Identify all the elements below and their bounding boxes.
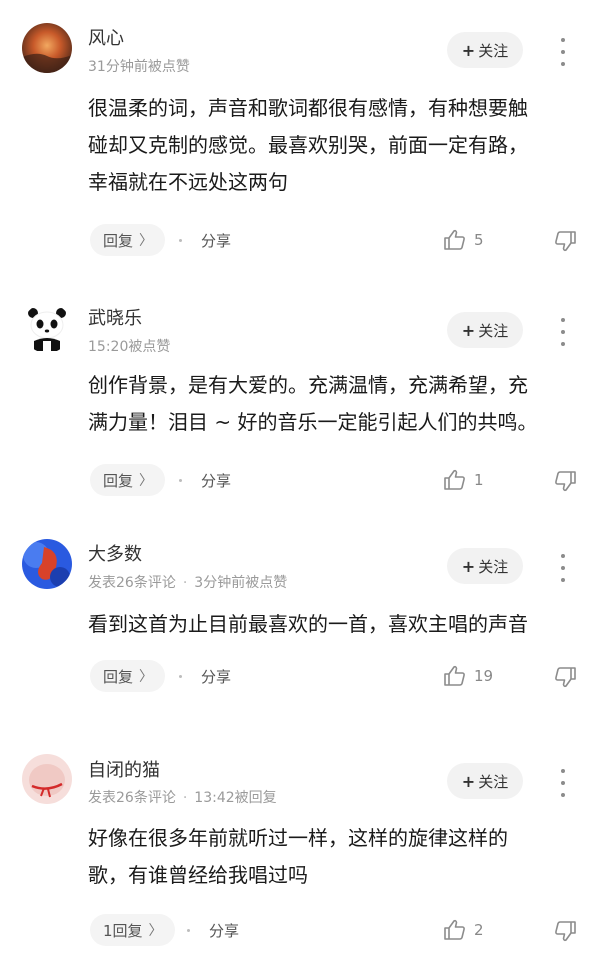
plus-icon: + (461, 771, 476, 791)
comment-meta: 发表26条评论 · 13:42被回复 (88, 787, 277, 807)
like-button[interactable]: 2 (443, 919, 484, 941)
user-avatar[interactable] (22, 754, 72, 804)
thumbs-down-icon (555, 921, 576, 942)
more-vertical-icon[interactable] (552, 769, 574, 797)
reply-button[interactable]: 1回复 〉 (90, 914, 175, 946)
follow-button[interactable]: + 关注 (447, 763, 523, 799)
dislike-button[interactable] (553, 920, 577, 946)
username[interactable]: 自闭的猫 (88, 756, 160, 782)
like-count: 2 (474, 921, 484, 939)
content-line: 好像在很多年前就听过一样，这样的旋律这样的 (88, 826, 508, 850)
follow-label: 关注 (478, 772, 509, 791)
comment-content: 好像在很多年前就听过一样，这样的旋律这样的 歌，有谁曾经给我唱过吗 (88, 820, 593, 894)
comments-page: { "comments": [ { "username": "风心", "met… (0, 0, 600, 966)
comment-item: 自闭的猫 发表26条评论 · 13:42被回复 + 关注 好像在很多年前就听过一样，… (0, 0, 600, 966)
content-line: 歌，有谁曾经给我唱过吗 (88, 863, 308, 887)
thumbs-up-icon (444, 919, 465, 940)
avatar-image (22, 754, 72, 804)
reply-label: 1回复 (103, 921, 143, 940)
separator-dot: · (182, 790, 188, 806)
share-button[interactable]: 分享 (209, 920, 239, 941)
separator-dot (187, 929, 190, 932)
chevron-right-icon: 〉 (148, 923, 163, 939)
meta-text: 13:42被回复 (194, 790, 277, 806)
meta-text: 发表26条评论 (88, 790, 176, 806)
